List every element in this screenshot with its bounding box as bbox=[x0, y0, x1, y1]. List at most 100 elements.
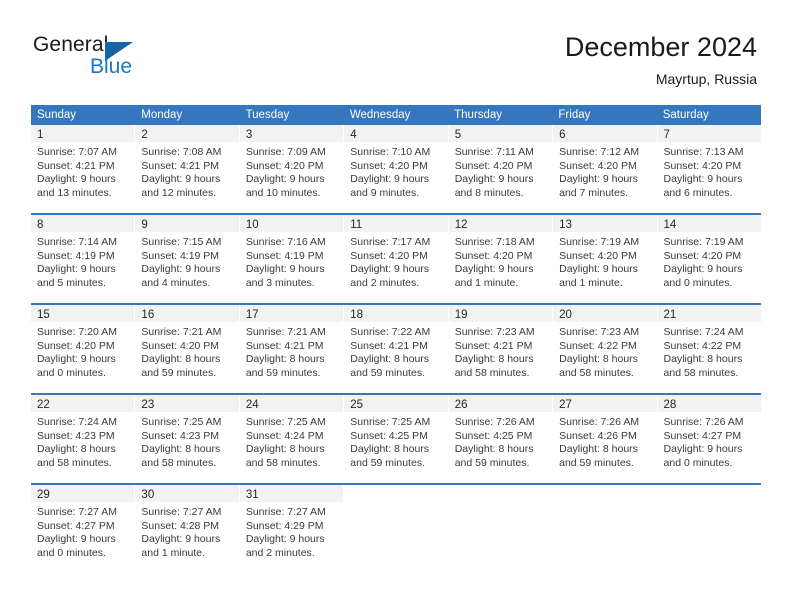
brand-logo[interactable]: General Blue bbox=[33, 33, 213, 83]
calendar-day-cell[interactable]: 7 Sunrise: 7:13 AM Sunset: 4:20 PM Daylight… bbox=[657, 125, 761, 213]
sunrise-text: Sunrise: 7:14 AM bbox=[37, 236, 117, 248]
daylight-text-line1: Daylight: 9 hours bbox=[141, 533, 221, 546]
daylight-text-line2: and 59 minutes. bbox=[350, 366, 425, 379]
calendar-day-cell[interactable]: 29 Sunrise: 7:27 AM Sunset: 4:27 PM Dayligh… bbox=[31, 485, 136, 573]
calendar-day-cell[interactable]: 30 Sunrise: 7:27 AM Sunset: 4:28 PM Dayligh… bbox=[135, 485, 240, 573]
daylight-text-line2: and 1 minute. bbox=[141, 546, 206, 559]
day-details: Sunrise: 7:14 AM Sunset: 4:19 PM Daylight:… bbox=[31, 232, 134, 290]
day-details: Sunrise: 7:26 AM Sunset: 4:27 PM Daylight:… bbox=[658, 412, 761, 470]
calendar-day-cell[interactable]: 24 Sunrise: 7:25 AM Sunset: 4:24 PM Dayligh… bbox=[239, 395, 345, 483]
calendar-day-cell[interactable]: 13 Sunrise: 7:19 AM Sunset: 4:20 PM Dayligh… bbox=[553, 215, 658, 303]
day-number-bar: 28 bbox=[657, 395, 761, 412]
brand-general-text: General bbox=[33, 33, 109, 56]
day-number: 9 bbox=[141, 219, 148, 231]
calendar-weeks: 1 Sunrise: 7:07 AM Sunset: 4:21 PM Daylight… bbox=[31, 125, 761, 573]
sunset-text: Sunset: 4:20 PM bbox=[454, 159, 533, 172]
calendar-day-cell[interactable]: 20 Sunrise: 7:23 AM Sunset: 4:22 PM Dayligh… bbox=[553, 305, 658, 393]
day-number-bar: 27 bbox=[553, 395, 657, 412]
weekday-header-saturday: Saturday bbox=[662, 109, 709, 121]
calendar-day-cell[interactable]: 11 Sunrise: 7:17 AM Sunset: 4:20 PM Dayligh… bbox=[344, 215, 449, 303]
calendar-empty-cell bbox=[553, 485, 658, 573]
daylight-text-line2: and 0 minutes. bbox=[663, 456, 733, 469]
calendar-day-cell[interactable]: 10 Sunrise: 7:16 AM Sunset: 4:19 PM Dayligh… bbox=[239, 215, 345, 303]
sunrise-text: Sunrise: 7:26 AM bbox=[663, 416, 744, 428]
day-details: Sunrise: 7:27 AM Sunset: 4:27 PM Daylight:… bbox=[31, 502, 134, 560]
sunset-text: Sunset: 4:28 PM bbox=[141, 519, 220, 532]
daylight-text-line2: and 59 minutes. bbox=[559, 456, 634, 469]
sunrise-text: Sunrise: 7:19 AM bbox=[559, 236, 640, 248]
calendar-day-cell[interactable]: 28 Sunrise: 7:26 AM Sunset: 4:27 PM Dayligh… bbox=[657, 395, 761, 483]
daylight-text-line1: Daylight: 9 hours bbox=[245, 533, 325, 546]
day-details: Sunrise: 7:20 AM Sunset: 4:20 PM Daylight:… bbox=[31, 322, 134, 380]
day-number-bar: 13 bbox=[553, 215, 657, 232]
daylight-text-line1: Daylight: 8 hours bbox=[454, 443, 534, 456]
calendar-day-cell[interactable]: 18 Sunrise: 7:22 AM Sunset: 4:21 PM Dayligh… bbox=[344, 305, 449, 393]
sunset-text: Sunset: 4:21 PM bbox=[245, 339, 324, 352]
daylight-text-line2: and 58 minutes. bbox=[559, 366, 634, 379]
day-number-bar: 22 bbox=[31, 395, 135, 412]
calendar-day-cell[interactable]: 12 Sunrise: 7:18 AM Sunset: 4:20 PM Dayligh… bbox=[448, 215, 554, 303]
calendar-day-cell[interactable]: 22 Sunrise: 7:24 AM Sunset: 4:23 PM Dayligh… bbox=[31, 395, 136, 483]
calendar-day-cell[interactable]: 19 Sunrise: 7:23 AM Sunset: 4:21 PM Dayligh… bbox=[448, 305, 554, 393]
calendar-day-cell[interactable]: 26 Sunrise: 7:26 AM Sunset: 4:25 PM Dayligh… bbox=[448, 395, 554, 483]
day-details: Sunrise: 7:13 AM Sunset: 4:20 PM Daylight:… bbox=[658, 142, 761, 200]
day-number-bar bbox=[553, 485, 656, 502]
calendar-day-cell[interactable]: 14 Sunrise: 7:19 AM Sunset: 4:20 PM Dayligh… bbox=[657, 215, 761, 303]
daylight-text-line2: and 7 minutes. bbox=[559, 186, 628, 199]
calendar-day-cell[interactable]: 27 Sunrise: 7:26 AM Sunset: 4:26 PM Dayligh… bbox=[553, 395, 658, 483]
day-number: 20 bbox=[559, 309, 572, 321]
calendar-day-cell[interactable]: 2 Sunrise: 7:08 AM Sunset: 4:21 PM Daylight… bbox=[135, 125, 240, 213]
day-number: 2 bbox=[141, 129, 148, 141]
day-number: 29 bbox=[37, 489, 50, 501]
calendar-day-cell[interactable]: 21 Sunrise: 7:24 AM Sunset: 4:22 PM Dayligh… bbox=[657, 305, 761, 393]
calendar-day-cell[interactable]: 5 Sunrise: 7:11 AM Sunset: 4:20 PM Daylight… bbox=[448, 125, 554, 213]
calendar-day-cell[interactable]: 1 Sunrise: 7:07 AM Sunset: 4:21 PM Daylight… bbox=[31, 125, 136, 213]
sunset-text: Sunset: 4:22 PM bbox=[663, 339, 742, 352]
sunset-text: Sunset: 4:23 PM bbox=[141, 429, 220, 442]
calendar-day-cell[interactable]: 16 Sunrise: 7:21 AM Sunset: 4:20 PM Dayligh… bbox=[135, 305, 240, 393]
daylight-text-line1: Daylight: 8 hours bbox=[350, 443, 430, 456]
day-number: 16 bbox=[141, 309, 155, 321]
calendar-empty-cell bbox=[658, 485, 761, 573]
daylight-text-line2: and 58 minutes. bbox=[245, 456, 321, 469]
calendar-day-cell[interactable]: 8 Sunrise: 7:14 AM Sunset: 4:19 PM Daylight… bbox=[31, 215, 136, 303]
sunset-text: Sunset: 4:19 PM bbox=[141, 249, 220, 262]
calendar-day-cell[interactable]: 9 Sunrise: 7:15 AM Sunset: 4:19 PM Daylight… bbox=[135, 215, 240, 303]
sunset-text: Sunset: 4:25 PM bbox=[454, 429, 533, 442]
day-details: Sunrise: 7:27 AM Sunset: 4:29 PM Daylight:… bbox=[240, 502, 343, 560]
day-details bbox=[553, 502, 656, 506]
calendar-day-cell[interactable]: 6 Sunrise: 7:12 AM Sunset: 4:20 PM Daylight… bbox=[553, 125, 658, 213]
daylight-text-line2: and 12 minutes. bbox=[141, 186, 217, 199]
sunset-text: Sunset: 4:23 PM bbox=[37, 429, 115, 442]
calendar-day-cell[interactable]: 3 Sunrise: 7:09 AM Sunset: 4:20 PM Daylight… bbox=[239, 125, 345, 213]
sunset-text: Sunset: 4:20 PM bbox=[37, 339, 115, 352]
daylight-text-line1: Daylight: 9 hours bbox=[37, 353, 116, 366]
page-subtitle: Mayrtup, Russia bbox=[655, 71, 757, 87]
daylight-text-line2: and 13 minutes. bbox=[37, 186, 112, 199]
calendar-day-cell[interactable]: 25 Sunrise: 7:25 AM Sunset: 4:25 PM Dayligh… bbox=[344, 395, 449, 483]
day-number-bar: 14 bbox=[657, 215, 761, 232]
sunrise-text: Sunrise: 7:16 AM bbox=[245, 236, 326, 248]
sunset-text: Sunset: 4:20 PM bbox=[454, 249, 533, 262]
day-details: Sunrise: 7:16 AM Sunset: 4:19 PM Daylight:… bbox=[240, 232, 343, 290]
day-number-bar: 24 bbox=[239, 395, 344, 412]
calendar-day-cell[interactable]: 17 Sunrise: 7:21 AM Sunset: 4:21 PM Dayligh… bbox=[239, 305, 345, 393]
calendar-day-cell[interactable]: 23 Sunrise: 7:25 AM Sunset: 4:23 PM Dayligh… bbox=[135, 395, 240, 483]
weekday-header-friday: Friday bbox=[558, 109, 591, 121]
day-details: Sunrise: 7:26 AM Sunset: 4:26 PM Daylight:… bbox=[553, 412, 656, 470]
sunrise-text: Sunrise: 7:26 AM bbox=[454, 416, 535, 428]
daylight-text-line2: and 1 minute. bbox=[454, 276, 519, 289]
daylight-text-line2: and 58 minutes. bbox=[37, 456, 112, 469]
daylight-text-line2: and 0 minutes. bbox=[37, 366, 106, 379]
day-number: 24 bbox=[245, 399, 259, 411]
sunrise-text: Sunrise: 7:08 AM bbox=[141, 146, 222, 158]
day-details: Sunrise: 7:19 AM Sunset: 4:20 PM Daylight:… bbox=[553, 232, 656, 290]
weekday-header-tuesday: Tuesday bbox=[245, 109, 290, 121]
calendar-day-cell[interactable]: 15 Sunrise: 7:20 AM Sunset: 4:20 PM Dayligh… bbox=[31, 305, 136, 393]
weekday-header-thursday: Thursday bbox=[454, 109, 503, 121]
calendar-day-cell[interactable]: 31 Sunrise: 7:27 AM Sunset: 4:29 PM Dayligh… bbox=[239, 485, 345, 573]
day-number: 23 bbox=[141, 399, 155, 411]
daylight-text-line1: Daylight: 9 hours bbox=[37, 263, 116, 276]
daylight-text-line1: Daylight: 8 hours bbox=[141, 353, 221, 366]
calendar-day-cell[interactable]: 4 Sunrise: 7:10 AM Sunset: 4:20 PM Daylight… bbox=[344, 125, 449, 213]
